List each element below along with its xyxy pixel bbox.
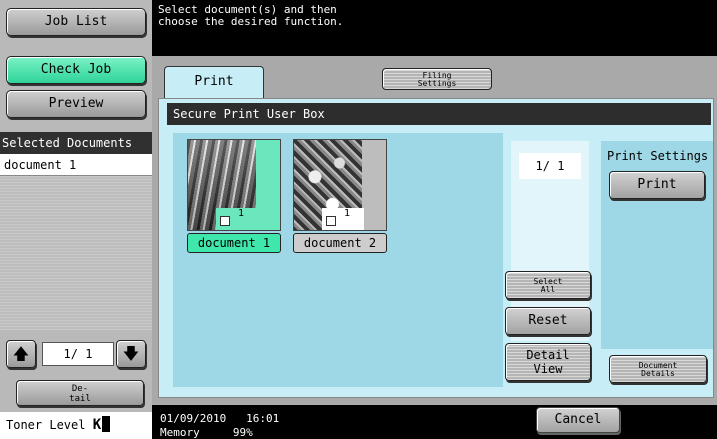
detail-button[interactable]: De- tail	[16, 380, 144, 406]
select-all-button[interactable]: Select All	[505, 271, 591, 299]
selected-document-item[interactable]: document 1	[0, 154, 152, 176]
page-count: 1	[344, 208, 351, 219]
page-indicator: 1/ 1	[519, 153, 581, 179]
page-down-button[interactable]: 🡇	[116, 340, 146, 368]
document-details-button[interactable]: Document Details	[609, 355, 707, 383]
status-bar: 01/09/2010 16:01 Memory 99% Cancel	[152, 405, 717, 439]
content-panel: Secure Print User Box 1 document 1 1 doc…	[158, 98, 714, 398]
detail-view-button[interactable]: Detail View	[505, 343, 591, 381]
preview-button[interactable]: Preview	[6, 90, 146, 118]
check-job-button[interactable]: Check Job	[6, 56, 146, 84]
up-arrow-icon: 🡅	[12, 344, 30, 363]
selection-strip	[362, 140, 386, 230]
box-title: Secure Print User Box	[167, 103, 711, 125]
filing-settings-button[interactable]: Filing Settings	[382, 68, 492, 90]
print-button[interactable]: Print	[609, 171, 705, 199]
print-settings-label: Print Settings	[607, 149, 709, 163]
down-arrow-icon: 🡇	[122, 344, 140, 363]
document-label[interactable]: document 2	[293, 233, 387, 253]
main-area: Print Filing Settings Secure Print User …	[152, 56, 717, 405]
selected-documents-panel: Selected Documents document 1	[0, 132, 152, 330]
date: 01/09/2010	[160, 412, 227, 425]
reset-button[interactable]: Reset	[505, 307, 591, 335]
document-area: 1 document 1 1 document 2	[173, 133, 503, 387]
selected-documents-header: Selected Documents	[0, 132, 152, 154]
tab-print[interactable]: Print	[164, 66, 264, 98]
toner-bar-icon	[102, 416, 111, 432]
document-thumbnail[interactable]: 1	[293, 139, 387, 231]
document-thumbnail[interactable]: 1	[187, 139, 281, 231]
document-label[interactable]: document 1	[187, 233, 281, 253]
toner-color-label: K	[92, 417, 102, 433]
page-count-badge: 1	[322, 208, 364, 230]
page-count: 1	[238, 208, 245, 219]
page-count-badge: 1	[216, 208, 258, 230]
job-list-button[interactable]: Job List	[6, 8, 146, 36]
memory-status: Memory 99%	[160, 427, 253, 438]
toner-level-label: Toner Level	[6, 418, 86, 432]
date-time: 01/09/2010 16:01	[160, 413, 279, 424]
print-settings-panel: Print Settings Print	[601, 141, 713, 349]
copies-icon	[326, 216, 336, 226]
instruction-message: Select document(s) and then choose the d…	[158, 3, 344, 28]
memory-label: Memory	[160, 426, 200, 439]
selection-strip	[256, 140, 280, 230]
memory-value: 99%	[232, 426, 253, 439]
page-up-button[interactable]: 🡅	[6, 340, 36, 368]
left-sidebar: Job List Check Job Preview Selected Docu…	[0, 0, 152, 439]
cancel-button[interactable]: Cancel	[536, 407, 620, 433]
selected-page-counter: 1/ 1	[42, 342, 114, 366]
toner-level: Toner Level K	[0, 412, 152, 439]
time: 16:01	[246, 412, 280, 425]
copies-icon	[220, 216, 230, 226]
